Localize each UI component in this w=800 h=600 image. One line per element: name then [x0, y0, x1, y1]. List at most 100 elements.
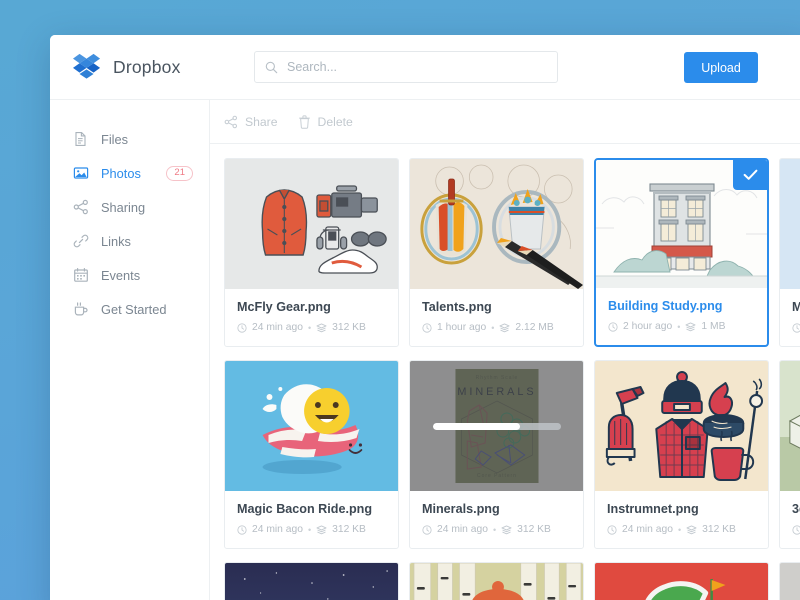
- sidebar-badge: 21: [166, 165, 193, 181]
- file-card[interactable]: Talents.png 1 hour ago • 2.12 MB: [409, 158, 584, 347]
- brand-name: Dropbox: [113, 56, 181, 77]
- file-card[interactable]: Instrumnet.png 24 min ago • 312 KB: [594, 360, 769, 549]
- letter-s-thumbnail[interactable]: [595, 563, 768, 600]
- 3d-city-thumbnail[interactable]: [780, 361, 800, 491]
- meta-separator: •: [677, 321, 681, 332]
- file-card-info: McFly Gear.png 24 min ago • 312 KB: [225, 289, 398, 346]
- file-name[interactable]: 3d city.png: [792, 502, 800, 516]
- file-meta: 1 hour ago • 2.12 MB: [422, 322, 571, 333]
- file-card[interactable]: MINERALS Rhythm Scale Core Pattern Miner…: [409, 360, 584, 549]
- clock-icon: [237, 322, 247, 333]
- file-card[interactable]: McFly Gear.png 24 min ago • 312 KB: [224, 158, 399, 347]
- file-card-info: Missing Fox.png 1 hour ago•840 KB: [780, 289, 800, 346]
- clock-icon: [792, 524, 800, 535]
- file-time: 1 hour ago: [437, 322, 487, 333]
- file-card[interactable]: Missing Fox.png 1 hour ago•840 KB: [779, 158, 800, 347]
- clock-icon: [792, 322, 800, 333]
- file-time: 24 min ago: [252, 322, 303, 333]
- building-study-thumbnail[interactable]: [596, 160, 767, 288]
- file-meta: 24 min ago•312 KB: [607, 524, 756, 535]
- main-content: Share Delete McFly Gear.png 24 min ago •…: [210, 100, 800, 600]
- trash-icon: [298, 114, 310, 129]
- file-name[interactable]: Magic Bacon Ride.png: [237, 502, 386, 516]
- file-card[interactable]: Building Study.png 2 hour ago • 1 MB: [594, 158, 769, 347]
- upload-button[interactable]: Upload: [684, 52, 758, 83]
- action-toolbar: Share Delete: [210, 100, 800, 144]
- magic-bacon-ride-thumbnail[interactable]: [225, 361, 398, 491]
- sidebar-item-events[interactable]: Events: [50, 258, 209, 292]
- sidebar-item-label: Events: [101, 267, 141, 283]
- file-size: 312 KB: [332, 322, 366, 333]
- file-card[interactable]: Night City.png24 min ago•312 KB: [224, 562, 399, 600]
- upload-progress-overlay: [410, 361, 583, 491]
- file-time: 2 hour ago: [623, 321, 673, 332]
- file-card-info: Talents.png 1 hour ago • 2.12 MB: [410, 289, 583, 346]
- file-name[interactable]: Missing Fox.png: [792, 300, 800, 314]
- sidebar-item-label: Links: [101, 233, 131, 249]
- clock-icon: [237, 524, 247, 535]
- delete-label: Delete: [317, 114, 353, 129]
- delete-button[interactable]: Delete: [298, 115, 353, 129]
- clock-icon: [607, 524, 617, 535]
- meta-separator: •: [492, 524, 497, 535]
- layers-icon: [501, 524, 512, 534]
- file-grid-scroll[interactable]: McFly Gear.png 24 min ago • 312 KB Talen…: [210, 144, 800, 600]
- forest-bear-thumbnail[interactable]: [410, 563, 583, 600]
- search-box[interactable]: [254, 51, 558, 83]
- file-card[interactable]: Letter S.png24 min ago•312 KB: [594, 562, 769, 600]
- photos-icon: [73, 165, 89, 181]
- selection-check-badge[interactable]: [733, 160, 767, 190]
- file-meta: 2 hour ago • 1 MB: [608, 321, 755, 332]
- clock-icon: [422, 524, 432, 535]
- file-card[interactable]: 3d city.png 24 min ago•312 KB: [779, 360, 800, 549]
- sidebar-item-sharing[interactable]: Sharing: [50, 190, 209, 224]
- file-name[interactable]: Talents.png: [422, 300, 571, 314]
- file-size: 2.12 MB: [515, 322, 554, 333]
- mcfly-gear-thumbnail[interactable]: [225, 159, 398, 289]
- files-icon: [73, 131, 89, 147]
- search-input[interactable]: [287, 60, 547, 74]
- file-meta: 24 min ago•312 KB: [237, 322, 386, 333]
- file-card[interactable]: Bike.png24 min ago•312 KB: [779, 562, 800, 600]
- sidebar-item-label: Sharing: [101, 199, 146, 215]
- share-button[interactable]: Share: [224, 115, 278, 129]
- minerals-poster-thumbnail[interactable]: MINERALS Rhythm Scale Core Pattern: [410, 361, 583, 491]
- sidebar-item-label: Photos: [101, 165, 141, 181]
- share-label: Share: [245, 114, 278, 129]
- lumberjack-instruments-thumbnail[interactable]: [595, 361, 768, 491]
- file-meta: 24 min ago•312 KB: [792, 524, 800, 535]
- file-meta: 24 min ago•312 KB: [422, 524, 571, 535]
- file-card[interactable]: Magic Bacon Ride.png 24 min ago • 312 KB: [224, 360, 399, 549]
- file-name[interactable]: Instrumnet.png: [607, 502, 756, 516]
- sidebar-item-files[interactable]: Files: [50, 122, 209, 156]
- file-card-info: Minerals.png 24 min ago • 312 KB: [410, 491, 583, 548]
- brand[interactable]: Dropbox: [72, 53, 232, 81]
- file-name[interactable]: Minerals.png: [422, 502, 571, 516]
- night-city-thumbnail[interactable]: [225, 563, 398, 600]
- layers-icon: [499, 322, 510, 332]
- file-name[interactable]: Building Study.png: [608, 299, 755, 313]
- file-card-info: Magic Bacon Ride.png 24 min ago • 312 KB: [225, 491, 398, 548]
- calendar-icon: [73, 267, 89, 283]
- file-size: 312 KB: [332, 524, 366, 535]
- sidebar-item-links[interactable]: Links: [50, 224, 209, 258]
- dropbox-logo-icon: [72, 53, 102, 81]
- meta-separator: •: [677, 524, 682, 535]
- meta-separator: •: [491, 322, 495, 333]
- sidebar-item-get-started[interactable]: Get Started: [50, 292, 209, 326]
- missing-poster-thumbnail[interactable]: [780, 159, 800, 289]
- file-meta: 1 hour ago•840 KB: [792, 322, 800, 333]
- share-icon: [224, 115, 238, 128]
- file-card[interactable]: Forest Bear.png24 min ago•312 KB: [409, 562, 584, 600]
- clock-icon: [422, 322, 432, 333]
- upload-progress-track: [432, 422, 561, 430]
- bike-thumbnail[interactable]: [780, 563, 800, 600]
- sidebar-item-photos[interactable]: Photos 21: [50, 156, 209, 190]
- talents-sketch-thumbnail[interactable]: [410, 159, 583, 289]
- sharing-icon: [73, 199, 89, 215]
- dropbox-app-window: Dropbox Upload Files Photos 21 Sharing Links…: [50, 35, 800, 600]
- clock-icon: [608, 321, 618, 332]
- file-name[interactable]: McFly Gear.png: [237, 300, 386, 314]
- meta-separator: •: [307, 524, 312, 535]
- sidebar: Files Photos 21 Sharing Links Events Get Start…: [50, 100, 210, 600]
